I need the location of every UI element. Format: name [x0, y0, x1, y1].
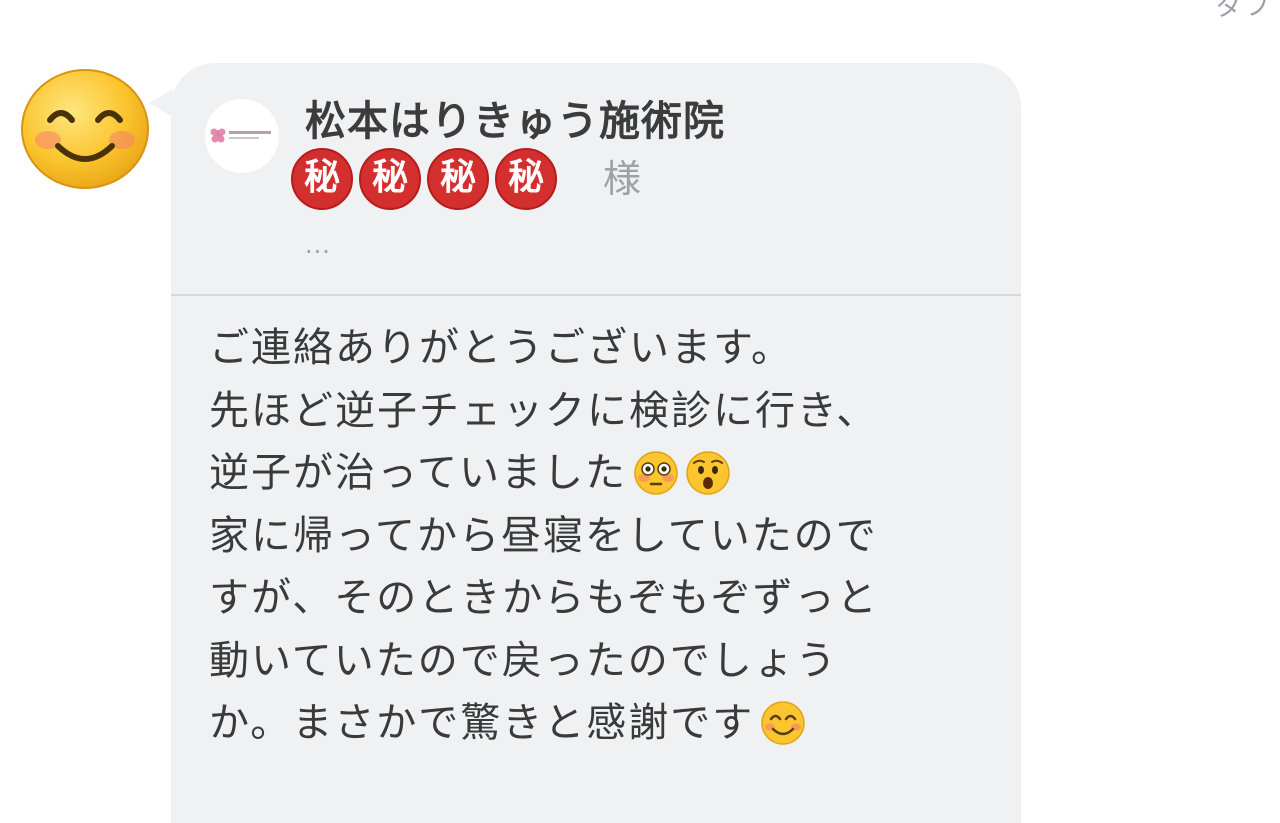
- flushed-face-icon: [634, 451, 678, 495]
- recipient-honorific: 様: [603, 157, 642, 201]
- secret-badge-icon: 秘: [291, 148, 353, 210]
- message-line: すが、そのときからもぞもぞずっと: [209, 575, 879, 621]
- message-line: ご連絡ありがとうございます。: [209, 325, 793, 371]
- recipient-row: 秘 秘 秘 秘 様: [291, 148, 642, 210]
- message-bubble: 松本はりきゅう施術院 秘 秘 秘 秘 様 ... ご連絡ありがとうございます。 …: [149, 63, 1021, 823]
- smiling-face-icon: [21, 69, 149, 189]
- avatar[interactable]: [20, 68, 150, 190]
- secret-badge-icon: 秘: [427, 148, 489, 210]
- profile-card-header[interactable]: 松本はりきゅう施術院 秘 秘 秘 秘 様 ...: [171, 63, 1021, 295]
- message-line: 動いていたので戻ったのでしょう: [209, 637, 838, 684]
- message-line: 先ほど逆子チェックに検診に行き、: [209, 387, 879, 434]
- smiling-face-icon: [761, 701, 805, 745]
- astonished-face-icon: [686, 451, 730, 495]
- message-line: 逆子が治っていました: [209, 442, 1009, 505]
- more-icon[interactable]: ...: [305, 231, 331, 259]
- divider: [171, 294, 1021, 296]
- secret-badge-icon: 秘: [495, 148, 557, 210]
- status-text: ダフ: [1215, 0, 1272, 22]
- message-text: ご連絡ありがとうございます。 先ほど逆子チェックに検診に行き、 逆子が治っていま…: [209, 317, 1009, 755]
- message-line: 家に帰ってから昼寝をしていたので: [209, 512, 878, 559]
- clinic-logo-icon: [205, 99, 279, 173]
- secret-badge-icon: 秘: [359, 148, 421, 210]
- message-line: か。まさかで驚きと感謝です: [209, 692, 1009, 755]
- clinic-name: 松本はりきゅう施術院: [305, 97, 725, 145]
